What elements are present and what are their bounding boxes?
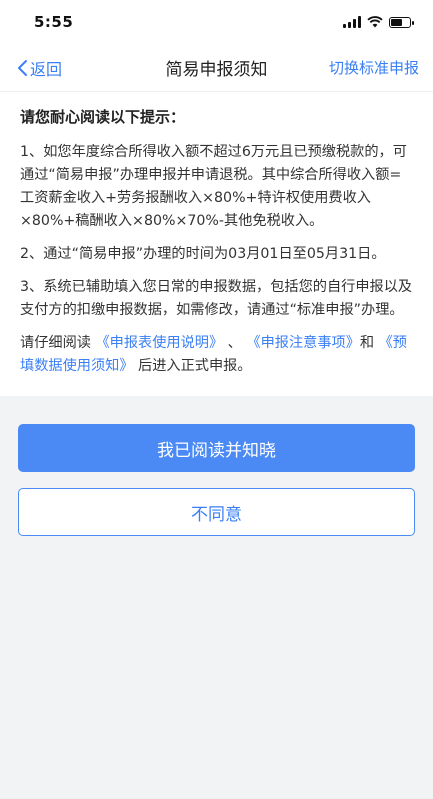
notice-item-1: 1、如您年度综合所得收入额不超过6万元且已预缴税款的，可通过“简易申报”办理申报… <box>20 144 407 229</box>
status-time: 5:55 <box>34 13 74 31</box>
action-area: 我已阅读并知晓 不同意 <box>0 396 433 536</box>
notice-item-3: 3、系统已辅助填入您日常的申报数据，包括您的自行申报以及支付方的扣缴申报数据，如… <box>20 279 413 318</box>
agree-button[interactable]: 我已阅读并知晓 <box>18 424 415 472</box>
notice-heading: 请您耐心阅读以下提示： <box>20 108 186 126</box>
back-button[interactable]: 返回 <box>16 56 62 80</box>
disagree-button[interactable]: 不同意 <box>18 488 415 536</box>
reading-suffix: 后进入正式申报。 <box>133 358 252 374</box>
switch-standard-declaration-link[interactable]: 切换标准申报 <box>329 57 419 78</box>
notice-reading-instructions: 请仔细阅读 《申报表使用说明》 、 《申报注意事项》和 《预填数据使用须知》 后… <box>20 332 415 378</box>
status-icons <box>343 16 414 28</box>
nav-bar: 返回 简易申报须知 切换标准申报 <box>0 44 433 92</box>
form-instructions-link[interactable]: 《申报表使用说明》 <box>95 335 223 351</box>
reading-prefix: 请仔细阅读 <box>20 335 96 351</box>
signal-icon <box>343 16 361 28</box>
battery-icon <box>389 16 414 28</box>
separator: 、 <box>223 335 247 351</box>
status-bar: 5:55 <box>0 0 433 44</box>
separator: 和 <box>359 335 379 351</box>
back-label: 返回 <box>30 59 63 79</box>
declaration-notes-link[interactable]: 《申报注意事项》 <box>246 335 360 351</box>
chevron-left-icon <box>18 59 27 76</box>
notice-content: 请您耐心阅读以下提示： 1、如您年度综合所得收入额不超过6万元且已预缴税款的，可… <box>0 92 433 396</box>
notice-item-2: 2、通过“简易申报”办理的时间为03月01日至05月31日。 <box>20 246 386 262</box>
wifi-icon <box>367 16 383 28</box>
